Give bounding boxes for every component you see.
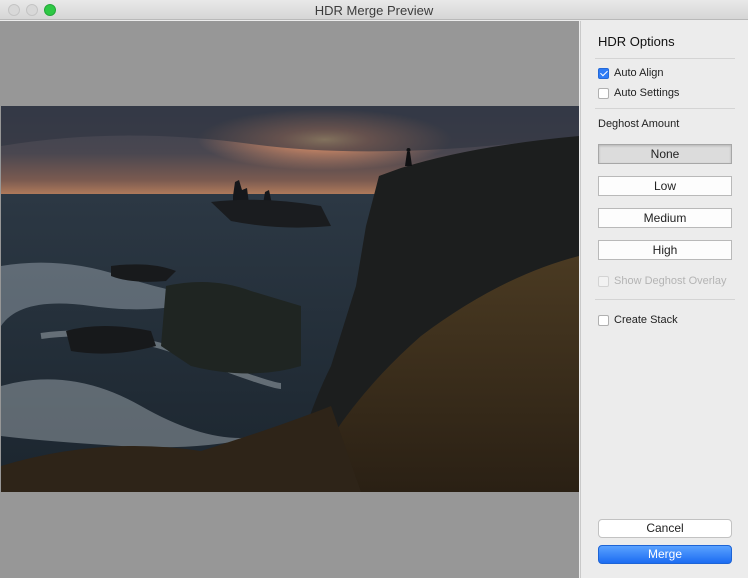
deghost-high-button[interactable]: High	[598, 240, 732, 260]
show-deghost-overlay-label: Show Deghost Overlay	[614, 275, 727, 287]
merge-button[interactable]: Merge	[598, 545, 732, 564]
checkbox-unchecked-icon[interactable]	[598, 87, 609, 99]
separator	[595, 108, 735, 109]
auto-settings-label: Auto Settings	[614, 87, 680, 99]
auto-align-checkbox[interactable]: Auto Align	[598, 66, 664, 80]
checkbox-unchecked-icon[interactable]	[598, 314, 609, 326]
auto-settings-checkbox[interactable]: Auto Settings	[598, 86, 679, 100]
panel-title: HDR Options	[598, 34, 675, 49]
create-stack-checkbox[interactable]: Create Stack	[598, 313, 678, 327]
coastal-cliff-sunset-photo	[1, 106, 579, 492]
checkbox-disabled-icon[interactable]	[598, 275, 609, 287]
window-title: HDR Merge Preview	[314, 3, 434, 18]
deghost-low-button[interactable]: Low	[598, 176, 732, 196]
preview-area	[0, 21, 579, 578]
deghost-none-button[interactable]: None	[598, 144, 732, 164]
cancel-button[interactable]: Cancel	[598, 519, 732, 538]
title-bar: HDR Merge Preview	[0, 0, 748, 20]
separator	[595, 58, 735, 59]
separator	[595, 299, 735, 300]
show-deghost-overlay-checkbox[interactable]: Show Deghost Overlay	[598, 274, 727, 288]
create-stack-label: Create Stack	[614, 314, 678, 326]
deghost-amount-label: Deghost Amount	[598, 118, 680, 130]
auto-align-label: Auto Align	[614, 67, 664, 79]
hdr-preview-image	[1, 106, 579, 492]
deghost-medium-button[interactable]: Medium	[598, 208, 732, 228]
checkbox-checked-icon[interactable]	[598, 67, 609, 79]
hdr-options-panel: HDR Options Auto Align Auto Settings Deg…	[580, 21, 748, 578]
